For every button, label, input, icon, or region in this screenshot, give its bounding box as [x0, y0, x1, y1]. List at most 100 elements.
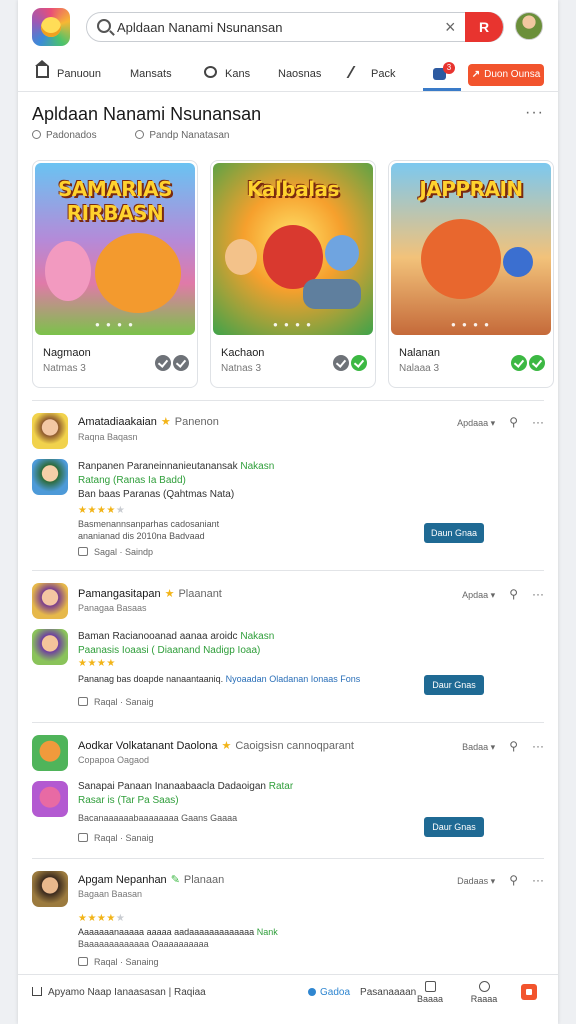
clear-icon[interactable]: × — [445, 17, 456, 37]
card-title: Kachaon — [221, 347, 265, 359]
pin-icon[interactable]: ⚲ — [509, 739, 518, 753]
pin-icon[interactable]: ⚲ — [509, 415, 518, 429]
avatar[interactable] — [32, 629, 68, 665]
post-highlight[interactable]: Nank — [257, 927, 278, 937]
user-avatar[interactable] — [515, 12, 543, 40]
post-text: Ranpanen Paraneinnanieutanansak Nakasn — [78, 461, 274, 472]
bottom-breadcrumb[interactable]: Apyamo Naap Ianaasasan | Raqiaa — [32, 987, 206, 998]
check-icon[interactable] — [511, 355, 527, 371]
nav-label: Panuoun — [57, 68, 102, 80]
check-icon[interactable] — [333, 355, 349, 371]
nav-item-mansats[interactable]: Mansats — [130, 66, 172, 82]
card-actions — [509, 355, 545, 376]
post-subtitle: Bagaan Baasan — [78, 889, 143, 899]
post-menu-label[interactable]: Dadaas — [457, 876, 488, 886]
post-author[interactable]: Pamangasitapan ★ Plaanant — [78, 587, 222, 600]
bottom-tab[interactable]: Pasanaaaan — [360, 987, 416, 998]
like-icon[interactable] — [78, 957, 88, 966]
bottom-tab-active[interactable]: Gadoa — [320, 987, 350, 998]
star-icon: ★ — [160, 416, 171, 428]
nav-item-pack[interactable]: Pack — [346, 66, 395, 82]
more-options-icon[interactable]: ··· — [532, 587, 544, 601]
post-action-button[interactable]: Daur Gnas — [424, 817, 484, 837]
profile-icon — [478, 981, 490, 992]
leaf-icon: ✎ — [170, 874, 180, 886]
search-submit-button[interactable]: R — [465, 12, 503, 42]
featured-card[interactable]: Kalbalas ● ● ● ● Kachaon Natnas 3 — [210, 160, 376, 388]
stars-filled: ★★★★ — [78, 505, 116, 516]
post-text-part: Ranpanen Paraneinnanieutanansak — [78, 461, 238, 472]
nav-item-panuoun[interactable]: Panuoun — [35, 60, 102, 82]
post-text: Aaaaaaanaaaaa aaaaa aadaaaaaaaaaaaaa Nan… — [78, 927, 278, 937]
avatar[interactable] — [32, 781, 68, 817]
bottom-icon-button[interactable]: Baaaa — [410, 981, 450, 1004]
stop-icon[interactable] — [521, 984, 537, 1000]
carousel-dots: ● ● ● ● — [95, 320, 135, 329]
feed-item: Amatadiaakaian ★ Panenon Raqna Baqasn Apda… — [32, 400, 544, 568]
post-author[interactable]: Apgam Nepanhan ✎ Planaan — [78, 873, 224, 886]
post-highlight-text: Rasar is (Tar Pa Saas) — [78, 795, 179, 806]
nav-item-kans[interactable]: Kans — [204, 66, 250, 82]
search-icon — [135, 130, 145, 139]
more-options-icon[interactable]: ··· — [532, 739, 544, 753]
like-icon[interactable] — [78, 697, 88, 706]
arrow-icon: ↗ — [471, 69, 481, 80]
card-subtitle: Natnas 3 — [221, 363, 262, 374]
check-icon[interactable] — [155, 355, 171, 371]
check-icon[interactable] — [173, 355, 189, 371]
more-options-icon[interactable]: ··· — [532, 415, 544, 429]
avatar[interactable] — [32, 871, 68, 907]
notifications-tab[interactable]: 3 — [423, 56, 461, 91]
stars-empty: ★ — [115, 505, 126, 516]
like-icon[interactable] — [78, 833, 88, 842]
author-name: Aodkar Volkatanant Daolona — [78, 740, 218, 752]
post-text: Pananag bas doapde nanaantaaniq. Nyoaada… — [78, 674, 360, 684]
search-icon — [97, 19, 111, 33]
nav-item-naosnas[interactable]: Naosnas — [278, 66, 321, 82]
search-input[interactable] — [117, 18, 437, 36]
featured-card[interactable]: JAPPRAIN ● ● ● ● Nalanan Nalaaa 3 — [388, 160, 554, 388]
star-rating: ★★★★★ — [78, 913, 125, 924]
check-icon[interactable] — [351, 355, 367, 371]
author-tag: Planaan — [183, 874, 225, 886]
post-highlight[interactable]: Paanasis Ioaasi ( Diaanand Nadigp Ioaa) — [78, 645, 260, 656]
pin-icon[interactable]: ⚲ — [509, 873, 518, 887]
avatar[interactable] — [32, 735, 68, 771]
post-action-button[interactable]: Daun Gnaa — [424, 523, 484, 543]
bottom-icon-label: Raaaa — [470, 994, 498, 1004]
post-highlight[interactable]: Ratar — [269, 781, 293, 792]
post-author[interactable]: Amatadiaakaian ★ Panenon — [78, 415, 219, 428]
like-icon[interactable] — [78, 547, 88, 556]
post-highlight[interactable]: Rasar is (Tar Pa Saas) — [78, 795, 179, 806]
card-subtitle: Natmas 3 — [43, 363, 86, 374]
avatar[interactable] — [32, 413, 68, 449]
bottom-icon-button[interactable]: Raaaa — [464, 981, 504, 1004]
cta-button[interactable]: ↗ Duon Ounsa — [468, 64, 544, 86]
post-author[interactable]: Aodkar Volkatanant Daolona ★ Caoigsisn can… — [78, 739, 354, 752]
featured-card[interactable]: SAMARIAS RIRBASN ● ● ● ● Nagmaon Natmas … — [32, 160, 198, 388]
post-menu-label[interactable]: Apdaaa — [457, 418, 488, 428]
avatar[interactable] — [32, 583, 68, 619]
more-options-icon[interactable]: ··· — [532, 873, 544, 887]
section-meta: Padonados Pandp Nanatasan — [32, 130, 544, 141]
chat-icon — [424, 981, 436, 992]
post-highlight[interactable]: Nakasn — [240, 461, 274, 472]
post-footer: Raqal · Sanaing — [78, 957, 159, 967]
check-icon[interactable] — [529, 355, 545, 371]
post-menu-label[interactable]: Apdaa — [462, 590, 488, 600]
search-bar[interactable]: × R — [86, 12, 504, 42]
post-menu-label[interactable]: Badaa — [462, 742, 488, 752]
card-title: Nagmaon — [43, 347, 91, 359]
post-link[interactable]: Nyoaadan Oladanan Ionaas Fons — [226, 674, 361, 684]
nav-label: Mansats — [130, 68, 172, 80]
feed-item: Aodkar Volkatanant Daolona ★ Caoigsisn can… — [32, 722, 544, 856]
pin-icon[interactable]: ⚲ — [509, 587, 518, 601]
post-highlight[interactable]: Nakasn — [240, 631, 274, 642]
avatar[interactable] — [32, 459, 68, 495]
app-logo[interactable] — [32, 8, 70, 46]
post-highlight[interactable]: Ratang (Ranas Ia Badd) — [78, 475, 186, 486]
more-options-icon[interactable]: ··· — [525, 104, 544, 122]
post-action-button[interactable]: Daur Gnas — [424, 675, 484, 695]
card-title: Nalanan — [399, 347, 440, 359]
post-footer-text: Raqal · Sanaig — [94, 697, 154, 707]
